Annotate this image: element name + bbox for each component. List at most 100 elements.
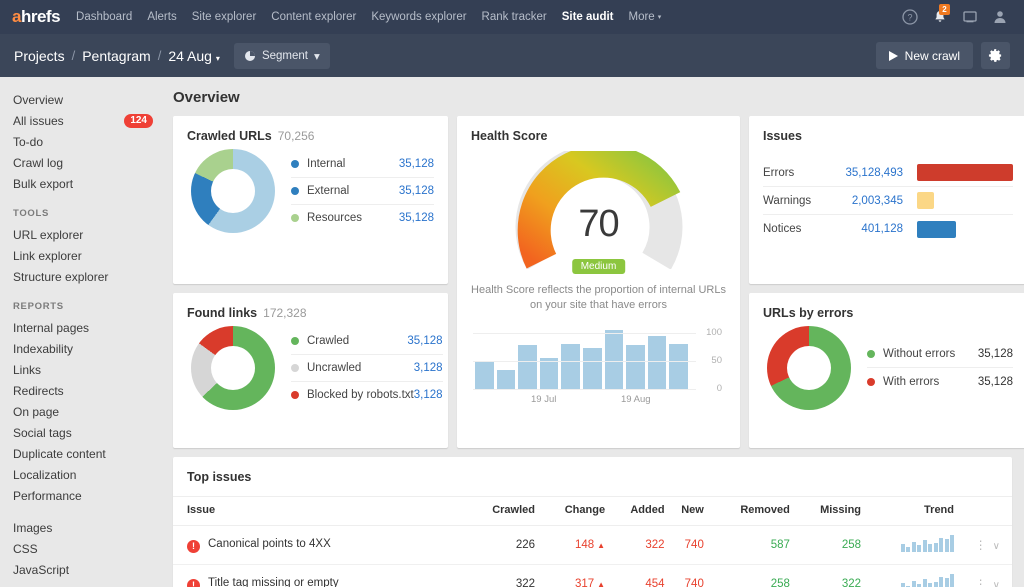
sidebar-item-localization[interactable]: Localization — [0, 464, 165, 485]
sidebar-item-crawl-log[interactable]: Crawl log — [0, 152, 165, 173]
settings-button[interactable] — [981, 42, 1010, 69]
history-bar — [626, 345, 645, 389]
gridline — [473, 389, 696, 390]
table-header-row: IssueCrawledChangeAddedNewRemovedMissing… — [173, 497, 1012, 526]
sidebar-item-links[interactable]: Links — [0, 359, 165, 380]
column-header-change[interactable]: Change — [535, 497, 605, 526]
legend-color-dot — [291, 391, 299, 399]
legend-value[interactable]: 35,128 — [399, 212, 434, 224]
cell-issue: !Canonical points to 4XX — [173, 526, 461, 565]
legend-row: Resources 35,128 — [291, 205, 434, 232]
column-header-removed[interactable]: Removed — [704, 497, 790, 526]
new-crawl-button[interactable]: New crawl — [876, 42, 973, 69]
gridline — [473, 333, 696, 334]
sidebar-item-duplicate-content[interactable]: Duplicate content — [0, 443, 165, 464]
gridline — [473, 361, 696, 362]
sidebar-item-overview[interactable]: Overview — [0, 89, 165, 110]
legend-label: Resources — [307, 212, 362, 224]
nav-link-site-explorer[interactable]: Site explorer — [192, 11, 257, 23]
sidebar-item-label: URL explorer — [13, 228, 83, 242]
history-bar — [540, 358, 559, 389]
nav-link-site-audit[interactable]: Site audit — [562, 11, 614, 23]
sidebar-item-label: Crawl log — [13, 156, 63, 170]
column-header-issue[interactable]: Issue — [173, 497, 461, 526]
sidebar-item-performance[interactable]: Performance — [0, 485, 165, 506]
row-menu-icon[interactable]: ⋮ — [969, 538, 993, 552]
notifications-bell-icon[interactable]: 2 — [932, 9, 948, 25]
crawled-urls-donut-chart — [191, 149, 275, 233]
breadcrumb-separator-1: / — [72, 48, 76, 63]
pie-chart-icon — [244, 50, 256, 62]
nav-link-content-explorer[interactable]: Content explorer — [271, 11, 356, 23]
user-avatar-icon[interactable] — [992, 9, 1008, 25]
sidebar-item-images[interactable]: Images — [0, 517, 165, 538]
chevron-down-icon[interactable]: ∨ — [993, 541, 1012, 552]
sidebar-item-css[interactable]: CSS — [0, 538, 165, 559]
messages-icon[interactable] — [962, 9, 978, 25]
sidebar-item-label: Duplicate content — [13, 447, 106, 461]
issues-row: Warnings2,003,345 — [763, 187, 1013, 215]
crawled-urls-total: 70,256 — [278, 129, 315, 143]
nav-link-alerts[interactable]: Alerts — [147, 11, 176, 23]
main-content: Overview Crawled URLs70,256 Internal35,1… — [165, 77, 1024, 587]
urls-by-errors-card: URLs by errors Without errors35,128With … — [749, 293, 1024, 448]
legend-row: Crawled35,128 — [291, 328, 443, 355]
sidebar-item-internal-pages[interactable]: Internal pages — [0, 317, 165, 338]
legend-value[interactable]: 35,128 — [407, 335, 442, 347]
ahrefs-logo[interactable]: ahrefs — [12, 7, 60, 27]
health-score-value: 70 — [514, 203, 684, 246]
breadcrumb-date-selector[interactable]: 24 Aug▾ — [168, 48, 220, 64]
column-header-missing[interactable]: Missing — [790, 497, 861, 526]
table-row[interactable]: !Canonical points to 4XX226148▲322740587… — [173, 526, 1012, 565]
breadcrumb-site[interactable]: Pentagram — [82, 48, 150, 64]
sidebar-issue-count-badge: 124 — [124, 114, 153, 128]
nav-link-rank-tracker[interactable]: Rank tracker — [482, 11, 547, 23]
legend-value[interactable]: 35,128 — [399, 158, 434, 170]
table-row[interactable]: !Title tag missing or empty322317▲454740… — [173, 565, 1012, 587]
breadcrumb-bar: Projects / Pentagram / 24 Aug▾ Segment ▾… — [0, 34, 1024, 77]
history-bar — [497, 370, 516, 389]
sidebar-item-indexability[interactable]: Indexability — [0, 338, 165, 359]
sidebar-item-redirects[interactable]: Redirects — [0, 380, 165, 401]
legend-value[interactable]: 35,128 — [399, 185, 434, 197]
nav-link-dashboard[interactable]: Dashboard — [76, 11, 132, 23]
chevron-down-icon[interactable]: ∨ — [993, 580, 1012, 587]
history-bar — [648, 336, 667, 389]
sidebar-item-label: Images — [13, 521, 52, 535]
sparkline-bar — [950, 574, 954, 587]
column-header-trend[interactable]: Trend — [861, 497, 954, 526]
legend-color-dot — [291, 160, 299, 168]
top-issues-card: Top issues IssueCrawledChangeAddedNewRem… — [173, 457, 1012, 587]
chevron-down-icon: ▾ — [216, 54, 220, 63]
nav-right-icons: ? 2 — [902, 9, 1012, 25]
issues-row-value[interactable]: 401,128 — [825, 223, 903, 235]
breadcrumb-projects[interactable]: Projects — [14, 48, 65, 64]
sidebar-item-all-issues[interactable]: All issues124 — [0, 110, 165, 131]
help-icon[interactable]: ? — [902, 9, 918, 25]
sidebar-item-url-explorer[interactable]: URL explorer — [0, 224, 165, 245]
sidebar-item-link-explorer[interactable]: Link explorer — [0, 245, 165, 266]
row-menu-icon[interactable]: ⋮ — [969, 577, 993, 587]
issues-row-value[interactable]: 35,128,493 — [825, 167, 903, 179]
sidebar-item-javascript[interactable]: JavaScript — [0, 559, 165, 580]
nav-link-more[interactable]: More▾ — [629, 11, 662, 23]
column-header-crawled[interactable]: Crawled — [461, 497, 535, 526]
nav-link-keywords-explorer[interactable]: Keywords explorer — [371, 11, 466, 23]
sidebar-item-structure-explorer[interactable]: Structure explorer — [0, 266, 165, 287]
sidebar-item-on-page[interactable]: On page — [0, 401, 165, 422]
sidebar-section-header: TOOLS — [0, 208, 165, 219]
column-header-new[interactable]: New — [665, 497, 704, 526]
segment-button[interactable]: Segment ▾ — [234, 43, 330, 69]
issues-row-value[interactable]: 2,003,345 — [825, 195, 903, 207]
column-header-added[interactable]: Added — [605, 497, 664, 526]
sidebar-item-label: Internal pages — [13, 321, 89, 335]
issue-name[interactable]: Title tag missing or empty — [208, 577, 339, 587]
cell-actions: ⋮∨ — [954, 526, 1012, 565]
sidebar-item-to-do[interactable]: To-do — [0, 131, 165, 152]
sidebar-item-bulk-export[interactable]: Bulk export — [0, 173, 165, 194]
legend-value[interactable]: 3,128 — [414, 389, 443, 401]
issue-name[interactable]: Canonical points to 4XX — [208, 538, 331, 550]
legend-value[interactable]: 3,128 — [414, 362, 443, 374]
top-issues-title: Top issues — [173, 457, 1012, 496]
sidebar-item-social-tags[interactable]: Social tags — [0, 422, 165, 443]
